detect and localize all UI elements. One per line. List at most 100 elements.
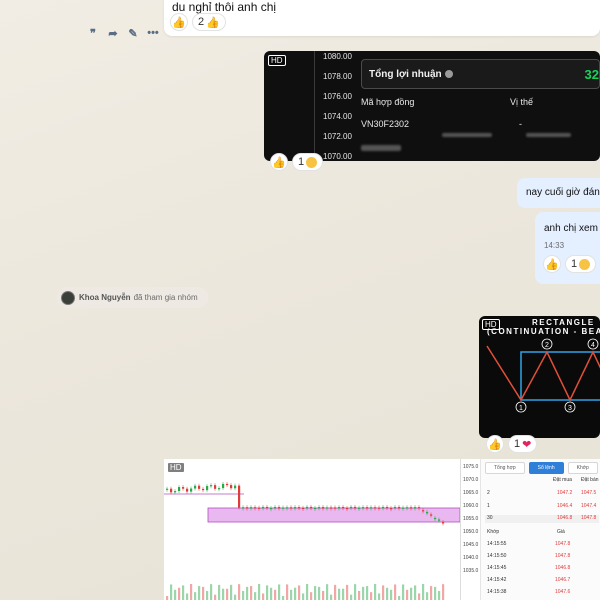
volume-bar (422, 584, 425, 600)
candle (430, 514, 433, 516)
volume-bar (402, 584, 405, 600)
volume-bar (286, 584, 289, 600)
volume-bar (230, 584, 233, 600)
volume-bar (170, 584, 173, 600)
candle (398, 506, 401, 509)
volume-bar (438, 590, 441, 600)
thumbs-up-emoji-icon: 👍 (206, 16, 220, 29)
reaction-count: 1 (571, 258, 578, 270)
reaction-row: 👍 1 ❤ (486, 435, 538, 453)
candle (186, 488, 189, 492)
thumbs-up-icon: 👍 (172, 16, 186, 29)
volume-bar (426, 592, 429, 600)
col-contract-header: Mã hợp đồng (361, 97, 415, 107)
notice-action: đã tham gia nhóm (133, 293, 198, 302)
message-bubble[interactable]: nay cuối giờ đánh (517, 178, 600, 208)
candle (166, 488, 169, 490)
reaction-summary[interactable]: 1 (292, 153, 324, 171)
candle (394, 506, 397, 509)
info-icon (444, 70, 453, 79)
candle (230, 485, 233, 489)
candle (242, 507, 245, 509)
price-tick: 1035.0 (463, 568, 479, 574)
volume-bar (326, 584, 329, 600)
candle (258, 507, 261, 509)
volume-bar (234, 594, 237, 600)
message-bubble[interactable]: anh chị xem t 14:33 (535, 212, 600, 284)
volume-bar (410, 587, 413, 600)
more-icon[interactable]: ••• (146, 27, 160, 40)
candle (422, 510, 425, 512)
volume-bar (250, 586, 253, 600)
share-icon[interactable]: ➦ (106, 27, 120, 40)
reaction-count: 1 (298, 156, 305, 168)
reaction-count: 1 (514, 438, 521, 450)
candle (206, 486, 209, 491)
candle (410, 507, 413, 509)
member-name[interactable]: Khoa Nguyễn (79, 293, 131, 302)
reaction-summary[interactable]: 2 👍 (192, 13, 226, 31)
volume-bar (214, 594, 217, 600)
like-button[interactable]: 👍 (486, 435, 504, 453)
hd-badge: HD (268, 55, 286, 66)
like-button[interactable]: 👍 (543, 255, 561, 273)
blurred-text (442, 133, 492, 137)
volume-bar (202, 586, 205, 600)
quote-icon[interactable]: ❞ (86, 27, 100, 40)
volume-bar (190, 584, 193, 600)
position-cell: - (519, 119, 522, 129)
laughing-emoji-icon (579, 258, 591, 270)
candle (294, 507, 297, 509)
candle (382, 506, 385, 509)
volume-bar (310, 592, 313, 600)
candle (198, 485, 201, 489)
candle (386, 506, 389, 509)
thumbs-up-icon: 👍 (272, 156, 286, 169)
image-message-chart[interactable]: HD 1075.0 1070.0 1065.0 1060.0 1055.0 10… (164, 459, 600, 600)
candle (402, 507, 405, 509)
price-tick: 1040.0 (463, 555, 479, 561)
volume-bar (342, 588, 345, 600)
edit-icon[interactable]: ✎ (126, 27, 140, 40)
price-tick: 1075.0 (463, 464, 479, 470)
candle (374, 507, 377, 509)
candle (322, 507, 325, 509)
panel-tabs: Tổng hợp Sổ lệnh Khớp (485, 462, 598, 474)
candle (302, 507, 305, 509)
volume-bar (218, 584, 221, 600)
tab-matched[interactable]: Khớp (567, 462, 598, 474)
candle (194, 485, 197, 489)
candle (310, 506, 313, 509)
volume-bar (382, 585, 385, 600)
avatar[interactable] (61, 290, 75, 305)
volume-bar (222, 588, 225, 600)
volume-bar (346, 584, 349, 600)
candle (278, 506, 281, 509)
hd-badge: HD (167, 462, 185, 473)
candle (286, 507, 289, 509)
candle (370, 507, 373, 509)
volume-bar (370, 592, 373, 600)
tab-summary[interactable]: Tổng hợp (485, 462, 525, 474)
candle (234, 485, 237, 489)
reaction-summary[interactable]: 1 (565, 255, 597, 273)
reaction-summary[interactable]: 1 ❤ (508, 435, 538, 453)
candle (342, 506, 345, 509)
like-button[interactable]: 👍 (270, 153, 288, 171)
image-message-pattern[interactable]: RECTANGLE (CONTINUATION - BEARI 1 2 3 4 … (479, 316, 600, 438)
candle (314, 507, 317, 510)
message-bubble[interactable]: du nghỉ thôi anh chị (164, 0, 600, 36)
volume-bar (166, 596, 169, 600)
volume-bar (182, 585, 185, 600)
message-text: du nghỉ thôi anh chị (172, 0, 277, 14)
candle (298, 507, 301, 509)
volume-bar (358, 590, 361, 600)
volume-bar (238, 584, 241, 600)
candle (306, 506, 309, 509)
volume-bar (350, 594, 353, 600)
laughing-emoji-icon (306, 156, 318, 168)
tab-order-book[interactable]: Sổ lệnh (528, 462, 564, 474)
buy-header: Đặt mua (553, 477, 572, 483)
like-button[interactable]: 👍 (170, 13, 188, 31)
image-message-trading[interactable]: HD 1080.00 1078.00 1076.00 1074.00 1072.… (264, 51, 600, 161)
